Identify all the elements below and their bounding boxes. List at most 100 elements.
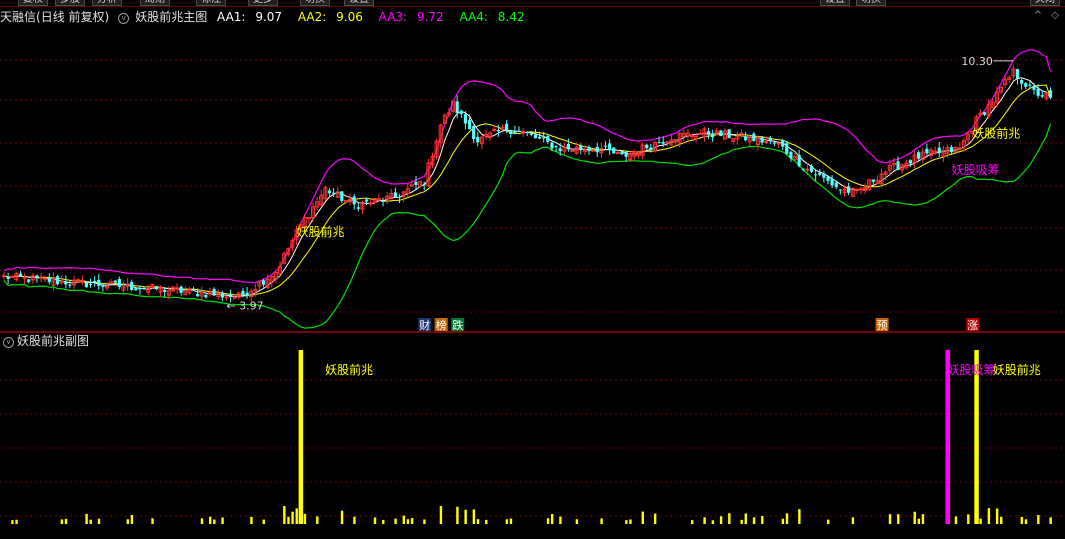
candle-body-250 bbox=[1032, 86, 1036, 90]
candle-body-123 bbox=[509, 130, 513, 135]
candle-body-33 bbox=[138, 287, 142, 290]
sub-bar-97 bbox=[402, 515, 406, 524]
candle-body-205 bbox=[847, 186, 851, 193]
candle-body-159 bbox=[657, 141, 661, 143]
candle-body-194 bbox=[801, 168, 805, 170]
candle-body-89 bbox=[368, 202, 373, 205]
sub-signal-bar-0 bbox=[298, 350, 304, 524]
candle-body-172 bbox=[711, 133, 715, 138]
sub-bar-3 bbox=[15, 519, 18, 524]
panel-divider bbox=[0, 331, 1065, 333]
sub-bar-20 bbox=[85, 513, 88, 524]
sub-bar-99 bbox=[410, 518, 414, 524]
sub-bar-85 bbox=[353, 516, 356, 524]
candle-body-58 bbox=[241, 290, 245, 295]
candle-body-1 bbox=[6, 277, 10, 279]
candle-body-160 bbox=[661, 142, 665, 144]
candle-body-148 bbox=[612, 147, 616, 154]
candle-body-124 bbox=[513, 131, 517, 133]
candle-body-54 bbox=[224, 296, 229, 299]
candle-body-113 bbox=[467, 120, 472, 130]
candle-body-203 bbox=[838, 189, 842, 191]
candle-body-100 bbox=[414, 181, 418, 186]
candle-body-102 bbox=[422, 183, 426, 185]
candle-body-120 bbox=[496, 129, 500, 132]
sub-bar-189 bbox=[781, 518, 785, 524]
candle-body-211 bbox=[871, 179, 875, 182]
candle-body-55 bbox=[229, 294, 233, 298]
sub-signal-label-1: 妖股吸筹 bbox=[947, 363, 995, 377]
candle-body-180 bbox=[744, 136, 748, 141]
candle-body-6 bbox=[27, 279, 31, 282]
sub-bar-50 bbox=[209, 516, 212, 524]
candle-body-249 bbox=[1028, 84, 1032, 86]
sub-bar-70 bbox=[291, 511, 294, 524]
sub-bar-254 bbox=[1049, 517, 1052, 524]
sub-bar-102 bbox=[423, 519, 426, 524]
ma-yellow-line bbox=[3, 84, 1051, 296]
event-tag-2[interactable]: 跌 bbox=[452, 318, 463, 332]
candle-body-224 bbox=[925, 148, 929, 154]
candle-body-138 bbox=[570, 149, 575, 152]
sub-bar-132 bbox=[546, 518, 550, 524]
candle-body-43 bbox=[179, 286, 183, 293]
candle-body-95 bbox=[393, 192, 397, 198]
sub-bar-158 bbox=[653, 513, 657, 524]
event-tag-0[interactable]: 财 bbox=[419, 318, 430, 332]
candle-body-167 bbox=[690, 135, 695, 138]
candle-body-199 bbox=[822, 173, 826, 178]
candle-body-10 bbox=[43, 277, 48, 280]
sub-bar-223 bbox=[921, 514, 925, 524]
candle-body-246 bbox=[1015, 69, 1020, 79]
sub-bar-221 bbox=[913, 511, 916, 524]
candle-body-11 bbox=[47, 277, 51, 283]
sub-bar-21 bbox=[89, 519, 92, 524]
sub-bar-239 bbox=[987, 508, 991, 524]
sub-indicator-name[interactable]: 妖股前兆副图 bbox=[17, 334, 89, 348]
sub-bar-170 bbox=[703, 517, 706, 524]
candle-body-112 bbox=[463, 114, 468, 124]
sub-bar-135 bbox=[559, 516, 562, 524]
candle-body-230 bbox=[950, 147, 954, 153]
candle-body-144 bbox=[595, 146, 599, 153]
sub-bar-60 bbox=[250, 516, 253, 524]
candle-body-111 bbox=[459, 110, 463, 114]
candle-body-119 bbox=[492, 128, 497, 131]
sub-bar-30 bbox=[126, 519, 129, 524]
sub-bar-234 bbox=[967, 514, 970, 524]
sub-bar-182 bbox=[752, 517, 756, 524]
candle-body-251 bbox=[1036, 88, 1040, 96]
candle-body-2 bbox=[10, 275, 15, 278]
candle-body-191 bbox=[789, 151, 793, 159]
candle-body-8 bbox=[35, 275, 39, 278]
sub-bar-133 bbox=[550, 514, 554, 524]
candle-body-184 bbox=[760, 137, 764, 143]
sub-bar-152 bbox=[629, 519, 632, 524]
sub-bar-23 bbox=[97, 518, 101, 524]
candle-body-88 bbox=[364, 199, 369, 202]
candle-body-31 bbox=[130, 281, 134, 290]
candle-body-147 bbox=[608, 143, 612, 151]
candle-body-51 bbox=[212, 289, 216, 296]
sub-bar-167 bbox=[691, 520, 694, 524]
event-tag-1[interactable]: 榜 bbox=[436, 318, 447, 332]
sub-bar-231 bbox=[954, 516, 958, 524]
collapse-sub-icon[interactable]: v bbox=[3, 337, 14, 348]
sub-bar-179 bbox=[740, 519, 743, 524]
sub-bar-155 bbox=[641, 511, 644, 524]
candle-body-137 bbox=[566, 143, 571, 150]
candle-body-47 bbox=[196, 293, 200, 297]
candle-body-142 bbox=[587, 146, 591, 152]
sub-bar-139 bbox=[575, 519, 579, 524]
candle-body-187 bbox=[772, 142, 777, 144]
sub-bar-190 bbox=[785, 513, 789, 524]
sub-signal-label-0: 妖股前兆 bbox=[325, 362, 373, 377]
candle-body-237 bbox=[978, 112, 983, 115]
main-signal-label-0: 妖股前兆 bbox=[297, 224, 345, 239]
sub-bar-15 bbox=[64, 518, 68, 524]
low-price-marker: ← 3.97 bbox=[226, 300, 263, 313]
candle-body-128 bbox=[529, 133, 533, 135]
candle-body-146 bbox=[603, 145, 608, 147]
candle-body-86 bbox=[356, 207, 360, 209]
candle-body-201 bbox=[830, 178, 834, 186]
